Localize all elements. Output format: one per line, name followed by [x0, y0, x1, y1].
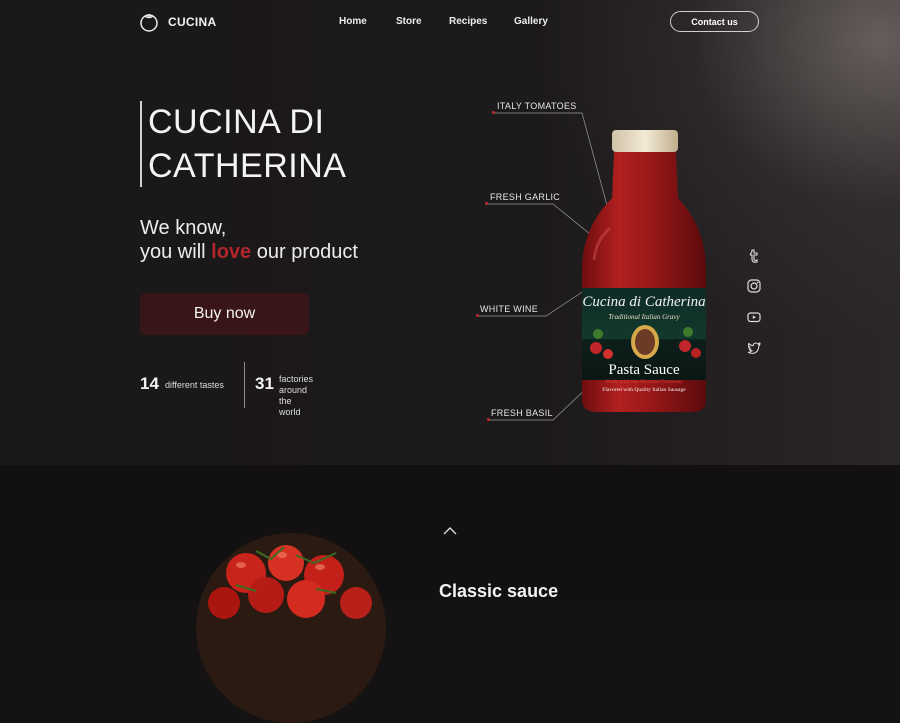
- tagline: We know, you will love our product: [140, 216, 358, 264]
- annotation-white-wine: WHITE WINE: [480, 304, 538, 314]
- annotation-fresh-basil: FRESH BASIL: [491, 408, 553, 418]
- nav-home[interactable]: Home: [339, 16, 367, 27]
- svg-text:Flavored with Quality Italian: Flavored with Quality Italian Sausage: [602, 387, 686, 393]
- tagline-post: our product: [251, 241, 358, 263]
- tagline-love: love: [211, 241, 252, 263]
- svg-text:Traditional Italian Gravy: Traditional Italian Gravy: [608, 313, 680, 321]
- annotation-dot: [476, 314, 479, 317]
- tomatoes-image: [196, 533, 386, 723]
- svg-text:Made with San Marzano Tomatoes: Made with San Marzano Tomatoes: [606, 379, 683, 385]
- stat-number: 14: [140, 374, 159, 393]
- nav-recipes[interactable]: Recipes: [449, 16, 487, 27]
- annotation-dot: [492, 111, 495, 114]
- tagline-line-1: We know,: [140, 217, 227, 239]
- hero-section: [0, 0, 900, 465]
- stat-label: factories around the world: [279, 374, 314, 417]
- sauce-bottle-image: Cucina di Catherina Traditional Italian …: [582, 130, 706, 412]
- youtube-icon[interactable]: [746, 309, 762, 325]
- svg-text:Pasta Sauce: Pasta Sauce: [608, 362, 680, 378]
- nav-gallery[interactable]: Gallery: [514, 16, 548, 27]
- stat-number: 31: [255, 374, 274, 393]
- annotation-dot: [485, 202, 488, 205]
- title-line-2: CATHERINA: [148, 147, 347, 185]
- instagram-icon[interactable]: [746, 278, 762, 294]
- buy-now-button[interactable]: Buy now: [140, 293, 309, 335]
- chevron-up-icon[interactable]: [441, 524, 459, 538]
- title-line-1: CUCINA DI: [148, 103, 325, 141]
- stat-label: different tastes: [165, 380, 224, 390]
- tagline-pre: you will: [140, 241, 212, 263]
- tumblr-icon[interactable]: [746, 248, 762, 264]
- annotation-italy-tomatoes: ITALY TOMATOES: [497, 101, 577, 111]
- twitter-icon[interactable]: [746, 340, 762, 356]
- page-title: CUCINA DI CATHERINA: [148, 100, 346, 188]
- brand-name: CUCINA: [168, 15, 217, 29]
- svg-text:Cucina di Catherina: Cucina di Catherina: [582, 294, 705, 310]
- annotation-dot: [487, 418, 490, 421]
- nav-store[interactable]: Store: [396, 16, 422, 27]
- section-title: Classic sauce: [439, 581, 559, 601]
- product-bottle: Cucina di Catherina Traditional Italian …: [560, 120, 730, 420]
- title-accent-bar: [140, 101, 142, 187]
- annotation-fresh-garlic: FRESH GARLIC: [490, 192, 561, 202]
- stats-divider: [244, 362, 245, 408]
- tomato-logo-icon: [140, 14, 158, 32]
- brand-logo[interactable]: CUCINA: [139, 12, 216, 32]
- contact-button[interactable]: Contact us: [670, 11, 759, 32]
